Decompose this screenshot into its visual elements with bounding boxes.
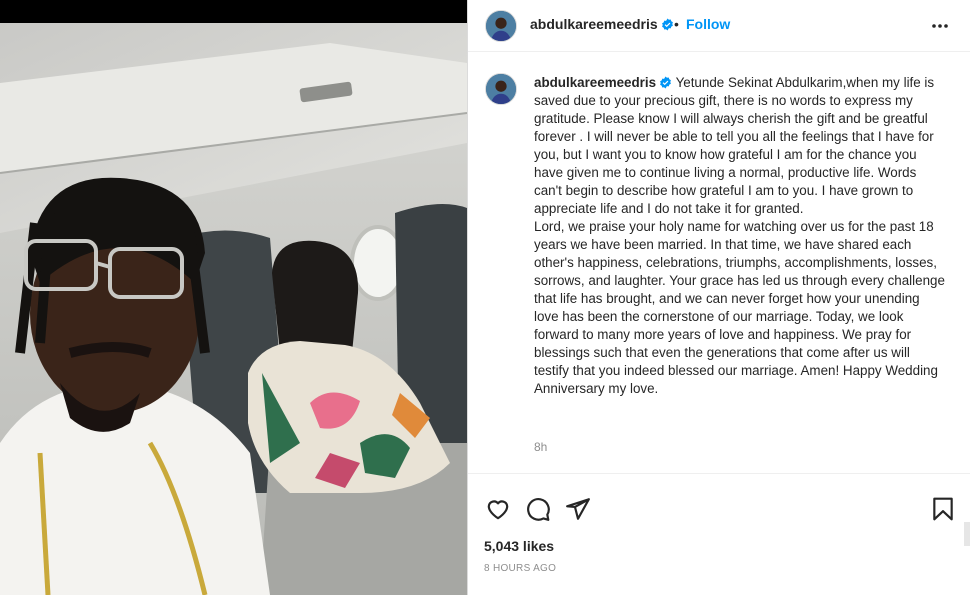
heart-icon[interactable] (485, 496, 511, 522)
verified-badge-icon (661, 18, 673, 31)
caption-area: abdulkareemeedris Yetunde Sekinat Abdulk… (468, 53, 970, 473)
header-username[interactable]: abdulkareemeedris (530, 16, 674, 32)
comment-icon[interactable] (525, 496, 551, 522)
caption-timestamp[interactable]: 8h (534, 440, 547, 454)
caption-username[interactable]: abdulkareemeedris (534, 75, 656, 90)
likes-count[interactable]: 5,043 likes (484, 538, 554, 554)
header-separator: • (674, 16, 679, 32)
bookmark-icon[interactable] (930, 496, 956, 522)
post-sidebar: abdulkareemeedris • Follow abdulkareemee… (467, 0, 970, 595)
post-caption: abdulkareemeedris Yetunde Sekinat Abdulk… (534, 74, 946, 398)
caption-text: Yetunde Sekinat Abdulkarim,when my life … (534, 75, 945, 396)
paper-plane-icon[interactable] (565, 496, 591, 522)
post-photo-pane (0, 0, 467, 595)
more-horizontal-icon[interactable] (931, 18, 949, 34)
post-actions: 5,043 likes 8 HOURS AGO (468, 473, 970, 595)
photo-top-bar (0, 0, 467, 23)
header-username-text[interactable]: abdulkareemeedris (530, 16, 658, 32)
verified-badge-icon (660, 76, 671, 89)
follow-button[interactable]: Follow (686, 16, 730, 32)
post-photo[interactable] (0, 23, 467, 595)
header-avatar[interactable] (485, 10, 517, 42)
caption-avatar[interactable] (485, 73, 517, 105)
post-header: abdulkareemeedris • Follow (468, 0, 970, 52)
post-age: 8 HOURS AGO (484, 563, 557, 574)
scrollbar[interactable] (964, 522, 970, 546)
